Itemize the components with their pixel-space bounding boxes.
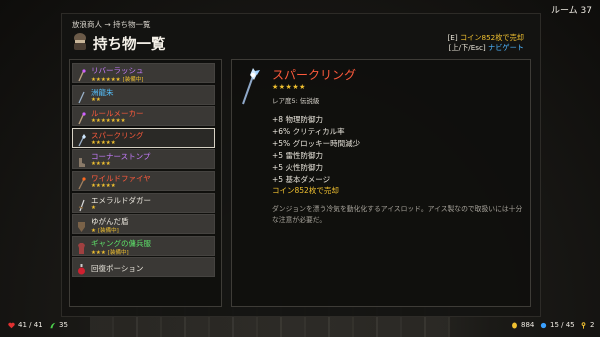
detail-stat: +5 雷性防御力: [272, 151, 323, 160]
detail-sell-price: コイン852枚で売却: [272, 186, 339, 195]
inventory-item-name: 回復ポーション: [91, 264, 144, 274]
inventory-item-meta: ★★★★: [91, 161, 111, 167]
sell-hint[interactable]: [E] コイン852枚で売却: [448, 33, 525, 43]
heart-icon: [8, 322, 15, 328]
inventory-item-row[interactable]: 回復ポーション: [72, 257, 215, 278]
inventory-item-row[interactable]: 洲龍朱 ★★: [72, 84, 215, 105]
ice-staff-icon: [242, 68, 260, 105]
coin-icon: [512, 322, 517, 328]
inventory-item-row[interactable]: ルールメーカー ★★★★★★★: [72, 106, 215, 127]
inventory-item-meta: ★: [91, 205, 96, 211]
inventory-item-meta: ★★: [91, 97, 101, 103]
potion-icon: [77, 261, 86, 275]
inventory-item-stars: ★★★★★★★: [91, 118, 126, 125]
navigate-hint-text: ナビゲート: [488, 43, 524, 52]
hp-value: 41 / 41: [18, 321, 43, 329]
inventory-item-stars: ★★★★★: [91, 139, 116, 146]
shield-icon: [77, 218, 86, 233]
mana-icon: [540, 322, 547, 328]
detail-stat-list: +8 物理防御力 +6% クリティカル率 +5% グロッキー時間減少 +5 雷性…: [272, 114, 360, 186]
ice-staff-icon: [77, 132, 86, 147]
stamina-display: 35: [49, 321, 68, 329]
mana-value: 15 / 45: [550, 321, 575, 329]
detail-stat: +5 火性防御力: [272, 163, 323, 172]
detail-description: ダンジョンを漂う冷気を動化化するアイスロッド。アイス製なので取扱いには十分な注意…: [272, 205, 523, 224]
inventory-item-row[interactable]: コーナーストンプ ★★★★: [72, 149, 215, 170]
inventory-item-row[interactable]: ワイルドファイヤ ★★★★★: [72, 171, 215, 191]
stamina-value: 35: [59, 321, 68, 329]
fire-staff-icon: [77, 175, 86, 190]
breadcrumb: 放浪商人 → 持ち物一覧: [72, 20, 151, 29]
detail-stat: +5% グロッキー時間減少: [272, 139, 361, 148]
equipped-tag: [装備中]: [107, 249, 129, 256]
inventory-item-row[interactable]: ゆがんだ盾 ★ [装備中]: [72, 214, 215, 235]
inventory-item-meta: ★★★★★★★: [91, 118, 126, 124]
inventory-item-stars: ★★★: [91, 249, 106, 256]
boot-icon: [77, 153, 86, 168]
equipped-tag: [装備中]: [97, 228, 119, 235]
navigate-hint: [上/下/Esc] ナビゲート: [449, 43, 524, 53]
detail-item-name: スパークリング: [272, 68, 357, 82]
page-title: 持ち物一覧: [93, 37, 166, 53]
inventory-item-meta: ★ [装備中]: [91, 226, 119, 234]
detail-item-rarity: レア度5: 伝説級: [272, 97, 320, 105]
merchant-icon: [74, 33, 86, 50]
armor-icon: [77, 240, 86, 254]
inventory-item-stars: ★★★★★★: [91, 77, 121, 83]
inventory-item-meta: ★★★★★: [91, 183, 116, 189]
sell-key-label: [E]: [447, 33, 458, 42]
stamina-icon: [50, 322, 56, 328]
inventory-item-meta: ★★★★★: [91, 140, 116, 146]
detail-stat: +6% クリティカル率: [272, 127, 345, 136]
inventory-item-name: エメラルドダガー: [91, 195, 151, 205]
inventory-item-stars: ★★★★: [91, 161, 111, 168]
detail-item-stars: ★★★★★: [272, 83, 306, 91]
mana-display: 15 / 45: [540, 321, 575, 329]
inventory-item-stars: ★★★★★: [91, 183, 116, 189]
inventory-item-stars: ★: [91, 228, 96, 235]
coin-value: 884: [521, 321, 535, 329]
dagger-icon: [77, 197, 86, 211]
navigate-key-label: [上/下/Esc]: [448, 43, 486, 52]
hp-display: 41 / 41: [8, 321, 43, 329]
inventory-item-stars: ★★: [91, 96, 101, 103]
equipped-tag: [装備中]: [122, 77, 144, 83]
key-icon: [581, 321, 586, 329]
wand-icon: [77, 89, 86, 103]
inventory-item-stars: ★: [91, 204, 96, 211]
inventory-item-row[interactable]: ギャングの傭兵服 ★★★ [装備中]: [72, 235, 215, 256]
staff-icon: [77, 110, 86, 125]
key-display: 2: [580, 321, 594, 329]
room-indicator: ルーム 37: [550, 6, 592, 16]
inventory-item-meta: ★★★★★★ [装備中]: [91, 75, 143, 83]
inventory-item-row[interactable]: リバーラッシュ ★★★★★★ [装備中]: [72, 63, 215, 83]
inventory-item-row[interactable]: エメラルドダガー ★: [72, 192, 215, 213]
key-value: 2: [590, 321, 595, 329]
detail-stat: +8 物理防御力: [272, 115, 323, 124]
coin-display: 884: [511, 321, 534, 329]
inventory-item-row[interactable]: スパークリング ★★★★★: [72, 127, 215, 148]
staff-icon: [77, 67, 86, 82]
inventory-item-meta: ★★★ [装備中]: [91, 248, 129, 256]
sell-hint-text: コイン852枚で売却: [459, 33, 524, 42]
